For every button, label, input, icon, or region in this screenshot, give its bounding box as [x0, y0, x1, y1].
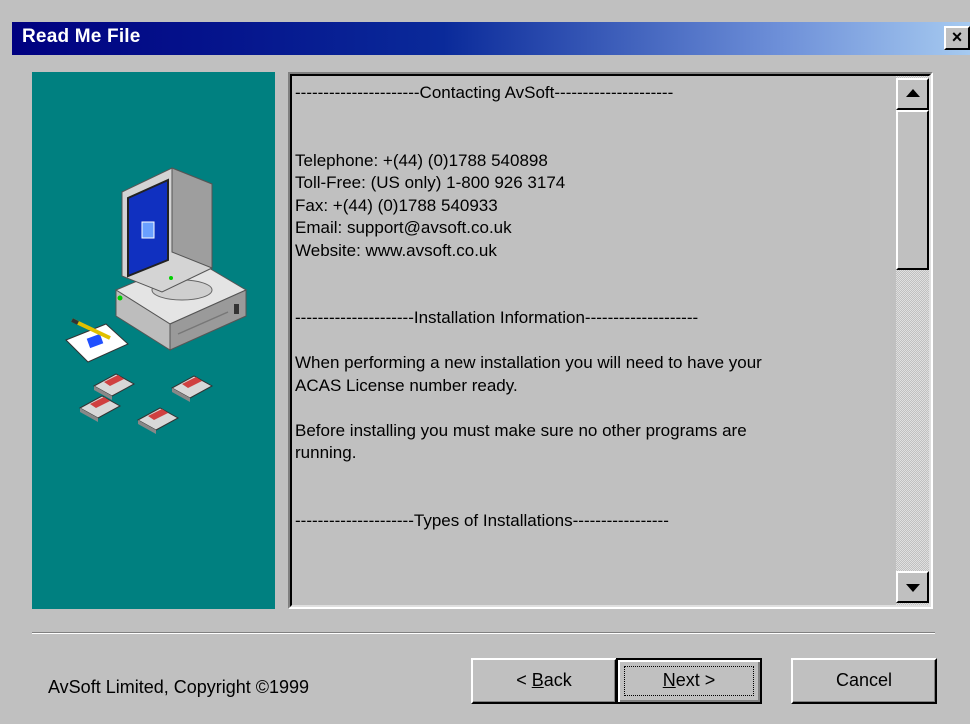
readme-line [295, 330, 890, 353]
readme-line: ---------------------Types of Installati… [295, 510, 669, 530]
computer-setup-illustration [65, 167, 248, 434]
readme-line: ACAS License number ready. [295, 375, 518, 395]
close-icon: × [951, 27, 963, 47]
separator-line [32, 632, 935, 634]
title-bar: Read Me File × [12, 22, 970, 55]
readme-content: ----------------------Contacting AvSoft-… [295, 82, 890, 602]
readme-line: Toll-Free: (US only) 1-800 926 3174 [295, 173, 566, 192]
readme-line [295, 262, 890, 285]
cancel-button[interactable]: Cancel [791, 658, 937, 704]
scroll-thumb[interactable] [896, 110, 929, 270]
readme-line: ----------------------Contacting AvSoft-… [295, 83, 674, 102]
readme-line: Before installing you must make sure no … [295, 420, 747, 440]
setup-illustration-panel [32, 72, 275, 609]
back-button[interactable]: < Back [471, 658, 617, 704]
next-button[interactable]: Next > [616, 658, 762, 704]
cancel-button-label: Cancel [835, 670, 893, 690]
readme-line: Email: support@avsoft.co.uk [295, 218, 512, 237]
readme-line [295, 127, 890, 150]
readme-line [295, 465, 890, 488]
readme-dialog: Read Me File × ----------------------Con… [0, 0, 970, 724]
readme-text-box[interactable]: ----------------------Contacting AvSoft-… [288, 72, 933, 609]
scroll-down-arrow-icon [905, 584, 920, 592]
readme-line [295, 105, 890, 128]
readme-line: Website: www.avsoft.co.uk [295, 240, 497, 260]
readme-line: Fax: +(44) (0)1788 540933 [295, 195, 498, 215]
back-button-label: < Back [516, 670, 572, 690]
readme-line [295, 397, 890, 420]
scroll-down-button[interactable] [896, 571, 929, 603]
readme-line [295, 487, 890, 510]
close-button[interactable]: × [944, 26, 970, 50]
readme-line: running. [295, 443, 357, 462]
scroll-up-button[interactable] [896, 78, 929, 110]
copyright-text: AvSoft Limited, Copyright ©1999 [48, 677, 310, 697]
readme-line: Telephone: +(44) (0)1788 540898 [295, 150, 548, 170]
vertical-scrollbar[interactable] [896, 76, 929, 605]
scroll-up-arrow-icon [905, 89, 920, 97]
window-title: Read Me File [22, 26, 141, 47]
readme-line: When performing a new installation you w… [295, 353, 762, 372]
readme-line: ---------------------Installation Inform… [295, 308, 699, 327]
readme-line [295, 285, 890, 308]
next-button-label: Next > [662, 670, 716, 690]
